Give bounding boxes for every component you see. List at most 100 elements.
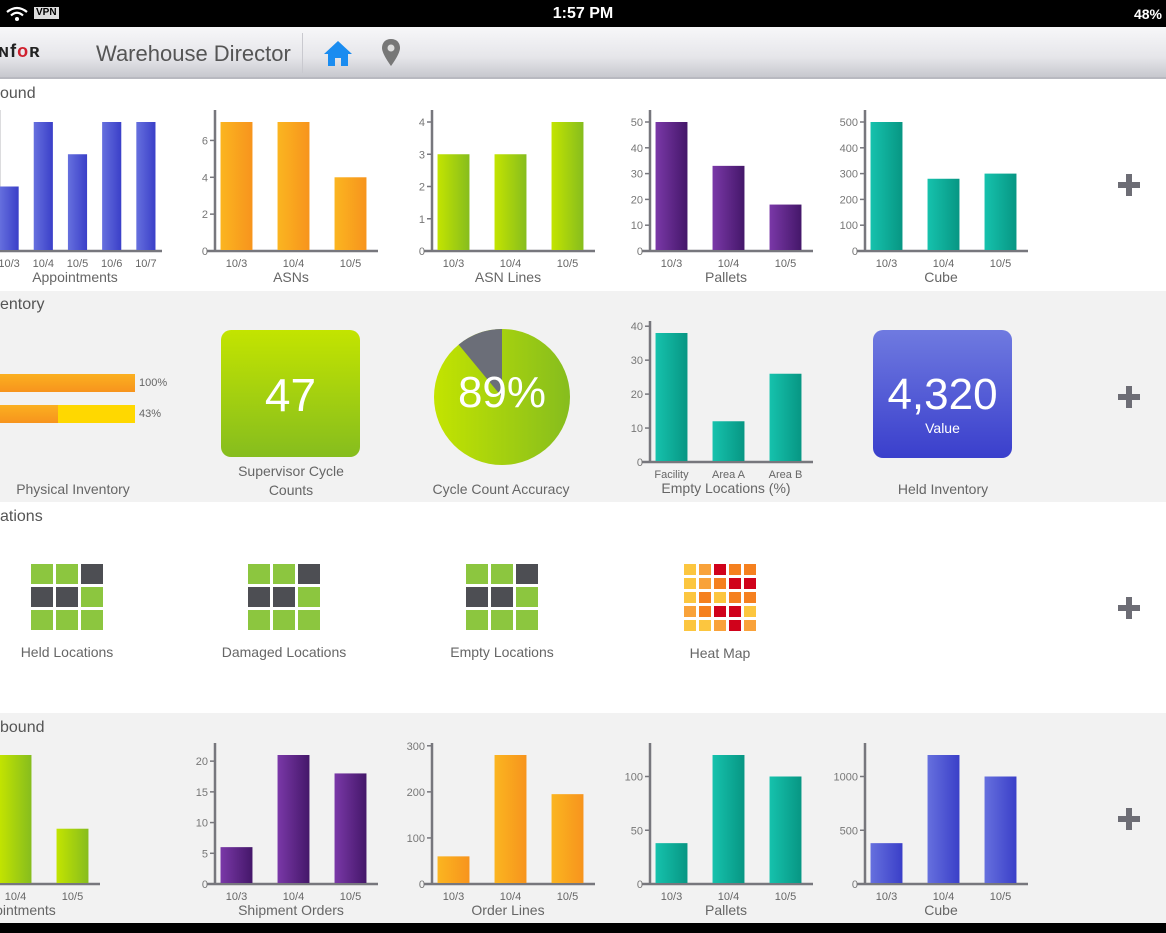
y-tick-label: 0 xyxy=(202,879,208,891)
y-tick-label: 5 xyxy=(202,848,208,860)
bar-10-3 xyxy=(655,122,688,250)
bar-10-4 xyxy=(712,165,745,250)
bar-10-5 xyxy=(67,154,88,250)
chart-title: Appointments xyxy=(32,269,118,285)
bar-10-5 xyxy=(984,776,1017,883)
y-tick-label: 400 xyxy=(840,143,858,155)
y-tick-label: 20 xyxy=(631,389,643,401)
charts-layer: 10/3 10/4 10/5 10/6 10/7Appointments024610/3… xyxy=(0,110,1028,918)
y-tick-label: 0 xyxy=(202,246,208,258)
x-tick-label: 10/5 xyxy=(990,891,1011,903)
bar-area-b xyxy=(769,373,802,461)
y-tick-label: 50 xyxy=(631,825,643,837)
y-tick-label: 2 xyxy=(419,182,425,194)
bar-10-4 xyxy=(33,122,53,250)
bar-10-5 xyxy=(551,122,584,250)
y-tick-label: 20 xyxy=(196,756,208,768)
x-tick-label: 10/5 xyxy=(990,258,1011,270)
bar-10-3 xyxy=(0,186,19,250)
bar-10-4 xyxy=(927,178,960,250)
bar-10-5 xyxy=(334,177,367,250)
y-tick-label: 4 xyxy=(202,172,208,184)
y-tick-label: 40 xyxy=(631,143,643,155)
y-tick-label: 30 xyxy=(631,169,643,181)
bar-area-a xyxy=(712,421,745,461)
x-tick-label: 10/3 xyxy=(876,891,897,903)
chart-title: Shipment Orders xyxy=(238,902,344,918)
y-tick-label: 200 xyxy=(840,194,858,206)
bar-10-3 xyxy=(220,847,253,883)
bar-10-4 xyxy=(277,122,310,250)
y-tick-label: 0 xyxy=(419,246,425,258)
y-tick-label: 500 xyxy=(840,117,858,129)
bar-10-6 xyxy=(102,122,122,250)
y-tick-label: 1 xyxy=(419,214,425,226)
y-tick-label: 0 xyxy=(637,246,643,258)
bar-10-5 xyxy=(984,173,1017,250)
bar-10-5 xyxy=(334,773,367,883)
bar-10-4 xyxy=(494,154,527,250)
y-tick-label: 10 xyxy=(631,423,643,435)
bar-10-5 xyxy=(769,204,802,250)
bar-10-4 xyxy=(712,755,745,883)
bar-10-3 xyxy=(437,856,470,883)
x-tick-label: 10/7 xyxy=(135,258,156,270)
bar-10-3 xyxy=(870,122,903,250)
bar-10-3 xyxy=(870,843,903,883)
y-tick-label: 300 xyxy=(407,741,425,753)
x-tick-label: 10/3 xyxy=(876,258,897,270)
chart-title: ASN Lines xyxy=(475,269,541,285)
bar-10-3 xyxy=(655,843,688,883)
bar-10-5 xyxy=(551,794,584,883)
bar-10-4 xyxy=(927,755,960,883)
bar-10-4 xyxy=(0,755,32,883)
chart-title: Pallets xyxy=(705,902,747,918)
x-tick-label: 10/5 xyxy=(62,891,83,903)
y-tick-label: 0 xyxy=(419,879,425,891)
y-tick-label: 2 xyxy=(202,209,208,221)
x-tick-label: 10/5 xyxy=(340,258,361,270)
x-tick-label: 10/3 xyxy=(226,258,247,270)
y-tick-label: 0 xyxy=(637,457,643,469)
chart-title: ASNs xyxy=(273,269,309,285)
chart-title: Pallets xyxy=(705,269,747,285)
bar-10-5 xyxy=(769,776,802,883)
y-tick-label: 500 xyxy=(840,825,858,837)
y-tick-label: 6 xyxy=(202,135,208,147)
x-tick-label: 10/5 xyxy=(557,891,578,903)
y-tick-label: 3 xyxy=(419,149,425,161)
y-tick-label: 200 xyxy=(407,787,425,799)
y-tick-label: 300 xyxy=(840,169,858,181)
x-tick-label: 10/3 xyxy=(0,258,20,270)
y-tick-label: 0 xyxy=(852,246,858,258)
y-tick-label: 100 xyxy=(625,772,643,784)
y-tick-label: 10 xyxy=(196,818,208,830)
chart-title: Empty Locations (%) xyxy=(661,480,790,496)
y-tick-label: 100 xyxy=(407,833,425,845)
y-tick-label: 30 xyxy=(631,355,643,367)
x-tick-label: 10/3 xyxy=(661,891,682,903)
chart-title: Cube xyxy=(924,902,958,918)
y-tick-label: 4 xyxy=(419,117,425,129)
bar-10-4 xyxy=(277,755,310,883)
bar-10-5 xyxy=(56,828,89,883)
x-tick-label: 10/3 xyxy=(443,891,464,903)
x-tick-label: 10/5 xyxy=(775,891,796,903)
y-tick-label: 15 xyxy=(196,787,208,799)
y-tick-label: 100 xyxy=(840,220,858,232)
y-tick-label: 0 xyxy=(637,879,643,891)
chart-title: Appointments xyxy=(0,902,56,918)
x-tick-label: 10/5 xyxy=(557,258,578,270)
chart-title: Cube xyxy=(924,269,958,285)
bar-10-4 xyxy=(494,755,527,883)
y-tick-label: 0 xyxy=(852,879,858,891)
bar-10-3 xyxy=(220,122,253,250)
x-tick-label: 10/5 xyxy=(775,258,796,270)
y-tick-label: 1000 xyxy=(834,772,858,784)
y-tick-label: 20 xyxy=(631,194,643,206)
y-tick-label: 50 xyxy=(631,117,643,129)
bar-10-7 xyxy=(136,122,156,250)
x-tick-label: 10/3 xyxy=(661,258,682,270)
y-tick-label: 10 xyxy=(631,220,643,232)
y-tick-label: 40 xyxy=(631,321,643,333)
